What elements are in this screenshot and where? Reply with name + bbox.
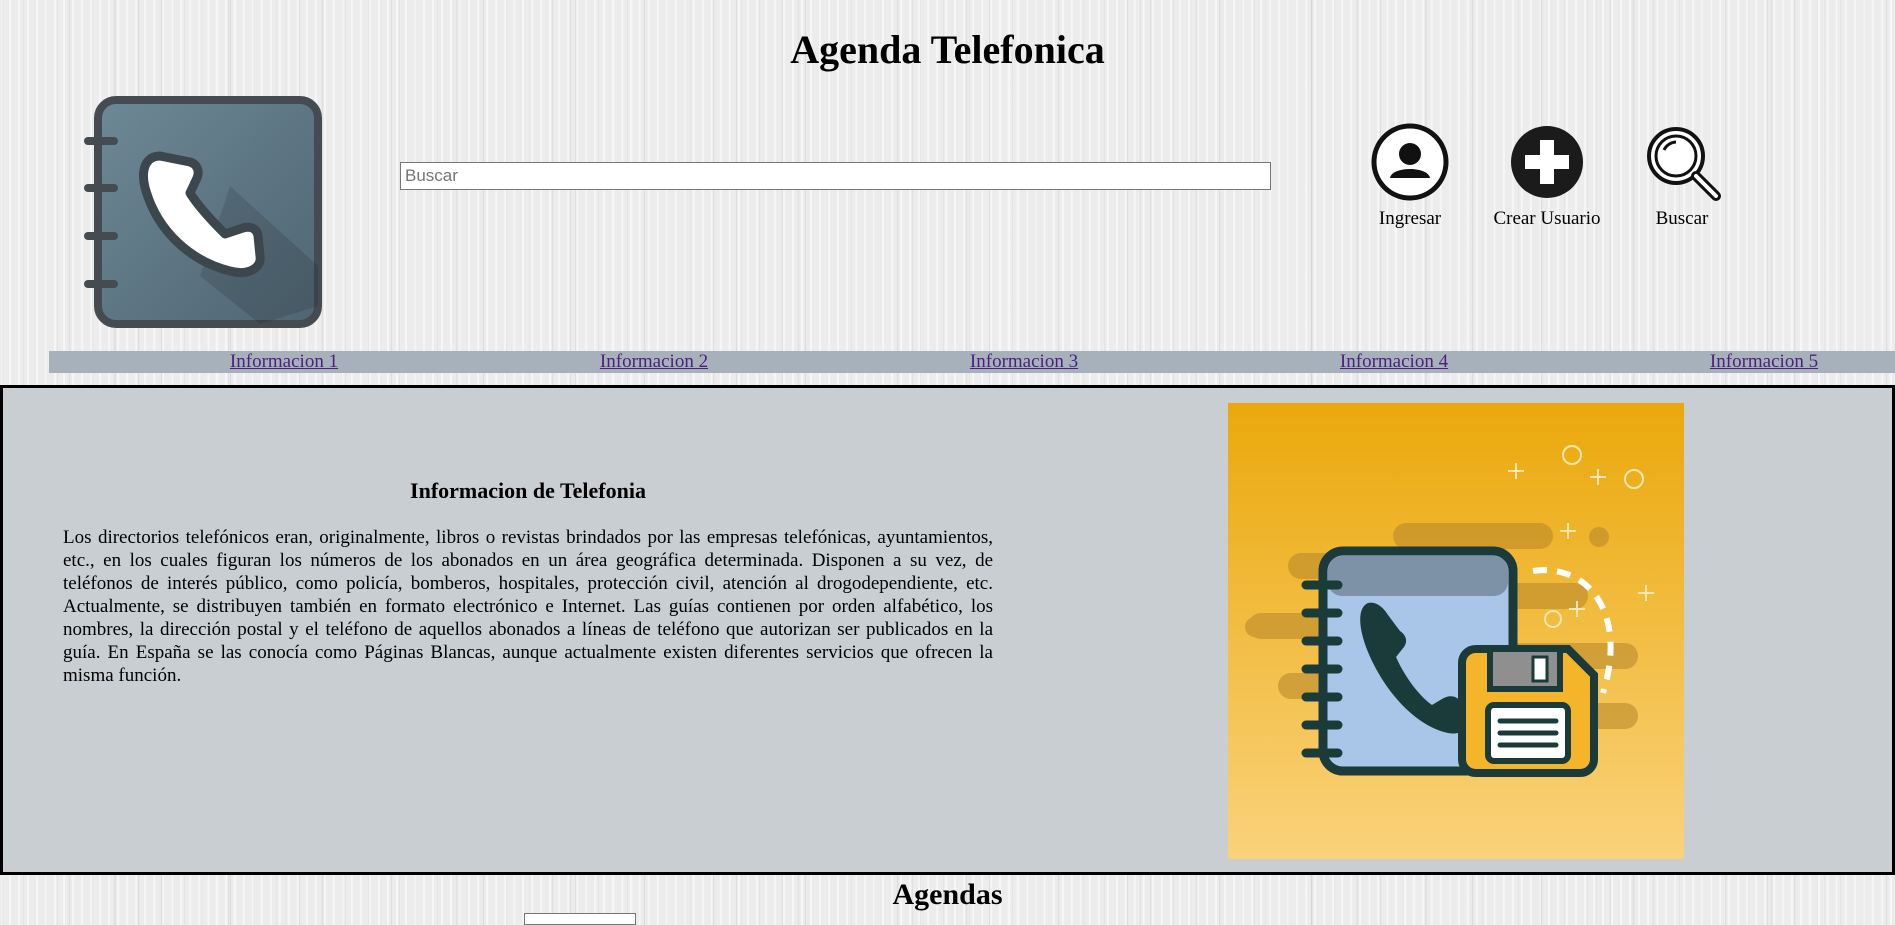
agendas-title: Agendas <box>892 878 1003 911</box>
info-title: Informacion de Telefonia <box>410 478 646 503</box>
info-paragraph: Los directorios telefónicos eran, origin… <box>63 527 993 686</box>
create-user-label: Crear Usuario <box>1493 208 1601 229</box>
search-button-label: Buscar <box>1655 208 1709 229</box>
magnifier-icon <box>1647 127 1721 201</box>
nav-link-informacion-4[interactable]: Informacion 4 <box>1274 351 1514 373</box>
create-user-button[interactable]: Crear Usuario <box>1492 122 1602 230</box>
phone-book-illustration <box>1228 403 1684 859</box>
login-button[interactable]: Ingresar <box>1355 122 1465 230</box>
nav-link-informacion-5[interactable]: Informacion 5 <box>1644 351 1884 373</box>
search-input[interactable] <box>400 162 1271 190</box>
plus-icon <box>1511 126 1583 198</box>
info-nav-bar: Informacion 1 Informacion 2 Informacion … <box>49 351 1895 373</box>
nav-link-informacion-1[interactable]: Informacion 1 <box>164 351 404 373</box>
info-section: Informacion de Telefonia Los directorios… <box>0 385 1895 875</box>
agendas-partial-field[interactable] <box>524 913 636 925</box>
phone-book-logo-icon <box>84 96 322 328</box>
nav-link-informacion-2[interactable]: Informacion 2 <box>534 351 774 373</box>
user-icon <box>1371 123 1449 201</box>
page-title: Agenda Telefonica <box>790 27 1105 72</box>
nav-link-informacion-3[interactable]: Informacion 3 <box>904 351 1144 373</box>
login-label: Ingresar <box>1378 208 1442 229</box>
search-button[interactable]: Buscar <box>1627 122 1737 230</box>
